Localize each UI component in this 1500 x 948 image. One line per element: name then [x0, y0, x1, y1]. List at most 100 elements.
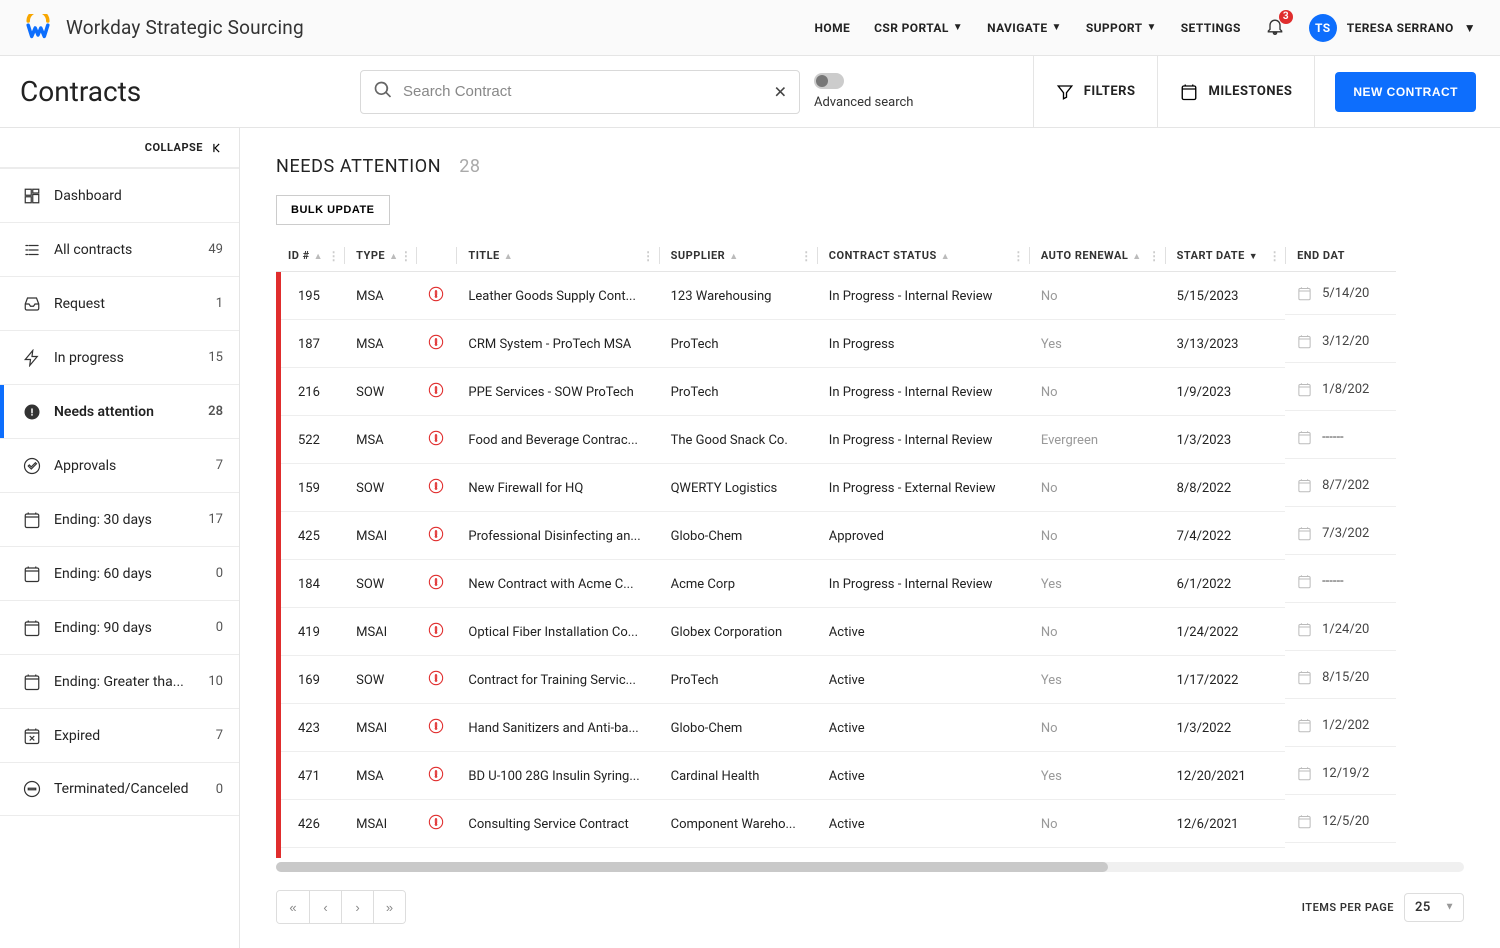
sidebar-item-dashboard[interactable]: Dashboard: [0, 168, 239, 222]
sidebar-item-label: All contracts: [54, 242, 196, 258]
search-input[interactable]: [403, 83, 759, 100]
sidebar-item-ending-30[interactable]: Ending: 30 days 17: [0, 492, 239, 546]
chevron-down-icon: ▼: [1464, 21, 1476, 35]
table-row[interactable]: 159SOWNew Firewall for HQQWERTY Logistic…: [276, 464, 1396, 512]
sidebar-item-ending-greater[interactable]: Ending: Greater tha... 10: [0, 654, 239, 708]
table-row[interactable]: 522MSAFood and Beverage Contrac...The Go…: [276, 416, 1396, 464]
cell-end-date: 8/7/202: [1285, 464, 1396, 507]
cell-supplier: Cardinal Health: [659, 752, 817, 800]
warning-icon: [428, 430, 444, 446]
cell-status: In Progress - Internal Review: [817, 560, 1029, 608]
sidebar-item-terminated[interactable]: Terminated/Canceled 0: [0, 762, 239, 816]
cell-supplier: 123 Warehousing: [659, 272, 817, 320]
cell-type: SOW: [344, 560, 416, 608]
table-row[interactable]: 169SOWContract for Training Servic...Pro…: [276, 656, 1396, 704]
warning-icon: [428, 718, 444, 734]
search-box[interactable]: ✕: [360, 70, 800, 114]
col-end[interactable]: END DAT: [1285, 239, 1396, 272]
cell-type: MSAI: [344, 704, 416, 752]
table-row[interactable]: 184SOWNew Contract with Acme C...Acme Co…: [276, 560, 1396, 608]
avatar: TS: [1309, 14, 1337, 42]
new-contract-button[interactable]: NEW CONTRACT: [1335, 72, 1476, 112]
table-scroll[interactable]: ID #▲⋮ TYPE▲⋮ TITLE▲⋮ SUPPLIER▲⋮ CONTRAC…: [240, 225, 1500, 858]
bolt-icon: [22, 349, 42, 367]
warning-icon: [428, 478, 444, 494]
col-autorenew[interactable]: AUTO RENEWAL▲⋮: [1029, 239, 1165, 272]
cell-title: Contract for Training Servic...: [456, 656, 658, 704]
pager-prev[interactable]: ‹: [309, 891, 341, 923]
table-row[interactable]: 472MSADisposable CPE Level 3 Isol...Card…: [276, 848, 1396, 858]
pager-next[interactable]: ›: [341, 891, 373, 923]
collapse-icon: [211, 141, 225, 155]
calendar-icon: [1297, 430, 1312, 445]
cell-start-date: 5/15/2023: [1165, 272, 1285, 320]
col-start[interactable]: START DATE▼⋮: [1165, 239, 1285, 272]
cell-end-date: 5/14/20: [1285, 272, 1396, 315]
cell-warning: [416, 512, 456, 560]
brand: Workday Strategic Sourcing: [24, 14, 384, 42]
horizontal-scrollbar[interactable]: [276, 862, 1464, 872]
table-row[interactable]: 471MSABD U-100 28G Insulin Syring...Card…: [276, 752, 1396, 800]
sidebar-item-in-progress[interactable]: In progress 15: [0, 330, 239, 384]
cell-supplier: ProTech: [659, 368, 817, 416]
sidebar-collapse-button[interactable]: COLLAPSE: [0, 128, 239, 168]
funnel-icon: [1056, 83, 1074, 101]
col-warn[interactable]: [416, 239, 456, 272]
table-row[interactable]: 187MSACRM System - ProTech MSAProTechIn …: [276, 320, 1396, 368]
cell-end-date: ------: [1285, 560, 1396, 603]
cell-autorenew: No: [1029, 368, 1165, 416]
circle-minus-icon: [22, 780, 42, 798]
sidebar-item-ending-90[interactable]: Ending: 90 days 0: [0, 600, 239, 654]
sidebar-item-label: Ending: 30 days: [54, 512, 196, 528]
sidebar-item-needs-attention[interactable]: Needs attention 28: [0, 384, 239, 438]
sidebar-item-expired[interactable]: Expired 7: [0, 708, 239, 762]
cell-title: Leather Goods Supply Cont...: [456, 272, 658, 320]
calendar-icon: [1297, 814, 1312, 829]
pager-last[interactable]: »: [373, 891, 405, 923]
cell-start-date: 1/3/2022: [1165, 704, 1285, 752]
advanced-search-toggle[interactable]: [814, 73, 844, 89]
nav-navigate[interactable]: NAVIGATE▼: [987, 21, 1062, 35]
nav-support[interactable]: SUPPORT▼: [1086, 21, 1157, 35]
table-row[interactable]: 425MSAIProfessional Disinfecting an...Gl…: [276, 512, 1396, 560]
sidebar-item-count: 17: [208, 512, 223, 527]
col-supplier[interactable]: SUPPLIER▲⋮: [659, 239, 817, 272]
table-row[interactable]: 423MSAIHand Sanitizers and Anti-ba...Glo…: [276, 704, 1396, 752]
milestones-button[interactable]: MILESTONES: [1157, 56, 1315, 128]
workday-logo-icon: [24, 14, 52, 42]
col-type[interactable]: TYPE▲⋮: [344, 239, 416, 272]
main-panel: NEEDS ATTENTION28 BULK UPDATE ID #▲⋮ TYP…: [240, 128, 1500, 948]
table-row[interactable]: 195MSALeather Goods Supply Cont...123 Wa…: [276, 272, 1396, 320]
nav-csr-portal[interactable]: CSR PORTAL▼: [874, 21, 963, 35]
cell-warning: [416, 704, 456, 752]
col-title[interactable]: TITLE▲⋮: [456, 239, 658, 272]
user-menu[interactable]: TS TERESA SERRANO ▼: [1309, 14, 1476, 42]
cell-type: MSA: [344, 848, 416, 858]
table-row[interactable]: 426MSAIConsulting Service ContractCompon…: [276, 800, 1396, 848]
cell-id: 472: [276, 848, 344, 858]
cell-warning: [416, 368, 456, 416]
col-id[interactable]: ID #▲⋮: [276, 239, 344, 272]
items-per-page-select[interactable]: 25 ▼: [1404, 893, 1464, 922]
table-row[interactable]: 419MSAIOptical Fiber Installation Co...G…: [276, 608, 1396, 656]
sidebar-item-label: Dashboard: [54, 188, 223, 204]
nav-home[interactable]: HOME: [815, 21, 851, 35]
cell-id: 471: [276, 752, 344, 800]
list-title: NEEDS ATTENTION28: [276, 156, 481, 177]
cell-title: New Contract with Acme C...: [456, 560, 658, 608]
close-icon[interactable]: ✕: [774, 82, 787, 101]
nav-settings[interactable]: SETTINGS: [1181, 21, 1241, 35]
sidebar-item-ending-60[interactable]: Ending: 60 days 0: [0, 546, 239, 600]
table-row[interactable]: 216SOWPPE Services - SOW ProTechProTechI…: [276, 368, 1396, 416]
col-status[interactable]: CONTRACT STATUS▲⋮: [817, 239, 1029, 272]
calendar-icon: [1297, 334, 1312, 349]
filters-button[interactable]: FILTERS: [1033, 56, 1158, 128]
sidebar-item-all-contracts[interactable]: All contracts 49: [0, 222, 239, 276]
cell-start-date: 3/13/2023: [1165, 320, 1285, 368]
notifications-button[interactable]: 3: [1265, 16, 1285, 40]
chevron-down-icon: ▼: [1052, 22, 1062, 33]
sidebar-item-request[interactable]: Request 1: [0, 276, 239, 330]
pager-first[interactable]: «: [277, 891, 309, 923]
sidebar-item-approvals[interactable]: Approvals 7: [0, 438, 239, 492]
bulk-update-button[interactable]: BULK UPDATE: [276, 195, 390, 225]
